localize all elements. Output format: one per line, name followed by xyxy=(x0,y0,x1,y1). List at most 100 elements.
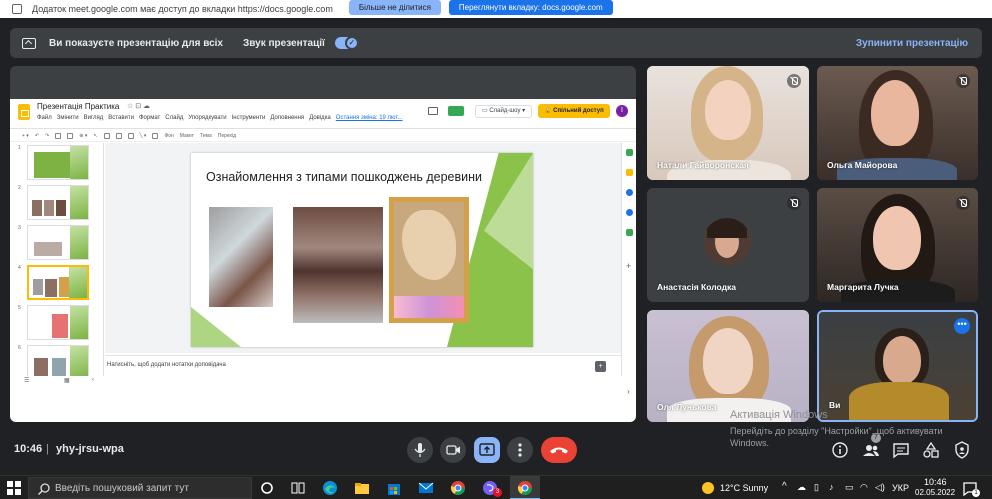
select-icon[interactable]: ↖ xyxy=(93,133,97,139)
people-button[interactable] xyxy=(861,440,881,460)
mic-tray-icon[interactable]: ♪ xyxy=(829,482,834,492)
paint-format-icon[interactable] xyxy=(67,132,74,139)
speaker-notes[interactable]: Натисніть, щоб додати нотатки доповідача xyxy=(105,355,621,376)
new-slide-icon[interactable]: + ▾ xyxy=(22,133,29,139)
grid-view-icon[interactable]: ▦ xyxy=(64,377,70,384)
user-avatar[interactable]: I xyxy=(616,105,628,117)
redo-icon[interactable]: ↷ xyxy=(45,133,49,139)
maps-icon[interactable] xyxy=(626,229,633,236)
current-slide[interactable]: Ознайомлення з типами пошкоджень деревин… xyxy=(191,153,533,347)
meeting-details-button[interactable] xyxy=(830,440,850,460)
slide-photo-frame[interactable] xyxy=(389,197,469,323)
line-icon[interactable]: ╲ ▾ xyxy=(140,133,147,139)
slide-thumb-row[interactable]: 3 xyxy=(10,223,103,261)
store-icon[interactable] xyxy=(386,480,402,496)
mail-icon[interactable] xyxy=(418,480,434,496)
comment-add-icon[interactable] xyxy=(152,132,159,139)
slide-thumb-row[interactable]: 6 xyxy=(10,343,103,376)
presentation-sound-toggle[interactable]: ✓ xyxy=(334,36,359,50)
keep-icon[interactable] xyxy=(626,169,633,176)
slide-photo-wood[interactable] xyxy=(293,207,383,323)
clock-date[interactable]: 02.05.2022 xyxy=(915,488,955,497)
language-indicator[interactable]: УКР xyxy=(892,483,909,493)
volume-icon[interactable]: ◁) xyxy=(875,482,885,493)
end-call-button[interactable] xyxy=(541,437,577,463)
windows-start-icon[interactable] xyxy=(6,480,22,496)
menu-view[interactable]: Вигляд xyxy=(84,115,104,121)
presentation-tile[interactable]: Презентація Практика ☆ ⊡ ☁ Файл Змінити … xyxy=(10,66,636,422)
slide-canvas[interactable]: Ознайомлення з типами пошкоджень деревин… xyxy=(105,143,621,353)
present-now-button[interactable] xyxy=(474,437,500,463)
camera-button[interactable] xyxy=(440,437,466,463)
slide-thumb-row[interactable]: 1 xyxy=(10,143,103,181)
host-controls-button[interactable] xyxy=(952,440,972,460)
share-button[interactable]: 🔒 Спільний доступ xyxy=(538,104,610,118)
menu-help[interactable]: Довідка xyxy=(309,115,331,121)
file-explorer-icon[interactable] xyxy=(354,480,370,496)
self-tile[interactable]: ••• Ви xyxy=(817,310,978,422)
mic-button[interactable] xyxy=(407,437,433,463)
toolbar-transition-button[interactable]: Перехід xyxy=(218,133,236,139)
tray-chevron-icon[interactable]: ^ xyxy=(782,481,787,492)
onedrive-icon[interactable]: ☁ xyxy=(797,482,806,493)
tasks-icon[interactable] xyxy=(626,189,633,196)
slide-thumb-row[interactable]: 5 xyxy=(10,303,103,341)
weather-sun-icon[interactable] xyxy=(700,480,716,496)
more-options-button[interactable] xyxy=(507,437,533,463)
add-addon-icon[interactable]: + xyxy=(626,261,631,271)
slide-thumbnail[interactable] xyxy=(27,345,89,376)
chat-button[interactable] xyxy=(891,440,911,460)
star-icon[interactable]: ☆ ⊡ ☁ xyxy=(127,102,150,110)
print-icon[interactable] xyxy=(55,132,62,139)
participant-tile[interactable]: Оля Лунькова xyxy=(647,310,809,422)
collapse-panel-icon[interactable]: ‹ xyxy=(92,377,94,383)
network-icon[interactable]: ◠ xyxy=(860,482,868,493)
slide-thumbnail[interactable] xyxy=(27,185,89,220)
slide-thumbnail[interactable] xyxy=(27,225,89,260)
menu-file[interactable]: Файл xyxy=(37,115,52,121)
slide-thumbnail[interactable] xyxy=(27,305,89,340)
toolbar-bg-button[interactable]: Фон xyxy=(164,133,173,139)
shape-icon[interactable] xyxy=(127,132,134,139)
text-box-icon[interactable] xyxy=(103,132,110,139)
undo-icon[interactable]: ↶ xyxy=(35,133,39,139)
last-edit-link[interactable]: Остання зміна: 19 лют... xyxy=(336,115,403,121)
menu-insert[interactable]: Вставити xyxy=(108,115,134,121)
presentation-title[interactable]: Презентація Практика xyxy=(37,102,119,111)
menu-edit[interactable]: Змінити xyxy=(57,115,79,121)
edge-icon[interactable] xyxy=(322,480,338,496)
activities-button[interactable] xyxy=(921,440,941,460)
taskbar-search[interactable]: Введіть пошуковий запит тут xyxy=(28,477,252,499)
contacts-icon[interactable] xyxy=(626,209,633,216)
chrome-icon[interactable] xyxy=(450,480,466,496)
zoom-icon[interactable]: ⊕ ▾ xyxy=(79,133,87,139)
sheets-icon[interactable] xyxy=(626,149,633,156)
toolbar-theme-button[interactable]: Тема xyxy=(200,133,212,139)
slide-photo-hands[interactable] xyxy=(209,207,273,307)
stop-sharing-button[interactable]: Більше не ділитися xyxy=(348,0,441,15)
clock-time[interactable]: 10:46 xyxy=(924,477,947,487)
menu-arrange[interactable]: Упорядкувати xyxy=(188,115,226,121)
slide-thumb-row[interactable]: 2 xyxy=(10,183,103,221)
menu-slide[interactable]: Слайд xyxy=(165,115,183,121)
more-options-icon[interactable]: ••• xyxy=(954,318,970,334)
device-icon[interactable]: ▯ xyxy=(814,482,819,493)
menu-tools[interactable]: Інструменти xyxy=(232,115,266,121)
menu-addons[interactable]: Доповнення xyxy=(270,115,304,121)
slide-thumb-row[interactable]: 4 xyxy=(10,263,103,301)
participant-tile[interactable]: Ольга Майорова xyxy=(817,66,978,180)
expand-icon[interactable]: + xyxy=(595,361,606,372)
active-chrome-task[interactable] xyxy=(510,476,540,499)
slideshow-button[interactable]: ▭ Слайд-шоу ▾ xyxy=(475,105,533,118)
cortana-icon[interactable] xyxy=(259,480,275,496)
image-icon[interactable] xyxy=(115,132,122,139)
slide-thumbnail[interactable] xyxy=(27,145,89,180)
participant-tile[interactable]: Анастасія Колодка xyxy=(647,188,809,302)
chevron-right-icon[interactable]: › xyxy=(627,387,630,396)
slide-title[interactable]: Ознайомлення з типами пошкоджень деревин… xyxy=(199,169,489,185)
meet-icon[interactable] xyxy=(448,106,464,116)
participant-tile[interactable]: Натали Гайворонская xyxy=(647,66,809,180)
slides-logo-icon[interactable] xyxy=(18,104,30,120)
stop-presenting-button[interactable]: Зупинити презентацію xyxy=(856,38,968,49)
list-view-icon[interactable]: ☰ xyxy=(24,377,29,384)
